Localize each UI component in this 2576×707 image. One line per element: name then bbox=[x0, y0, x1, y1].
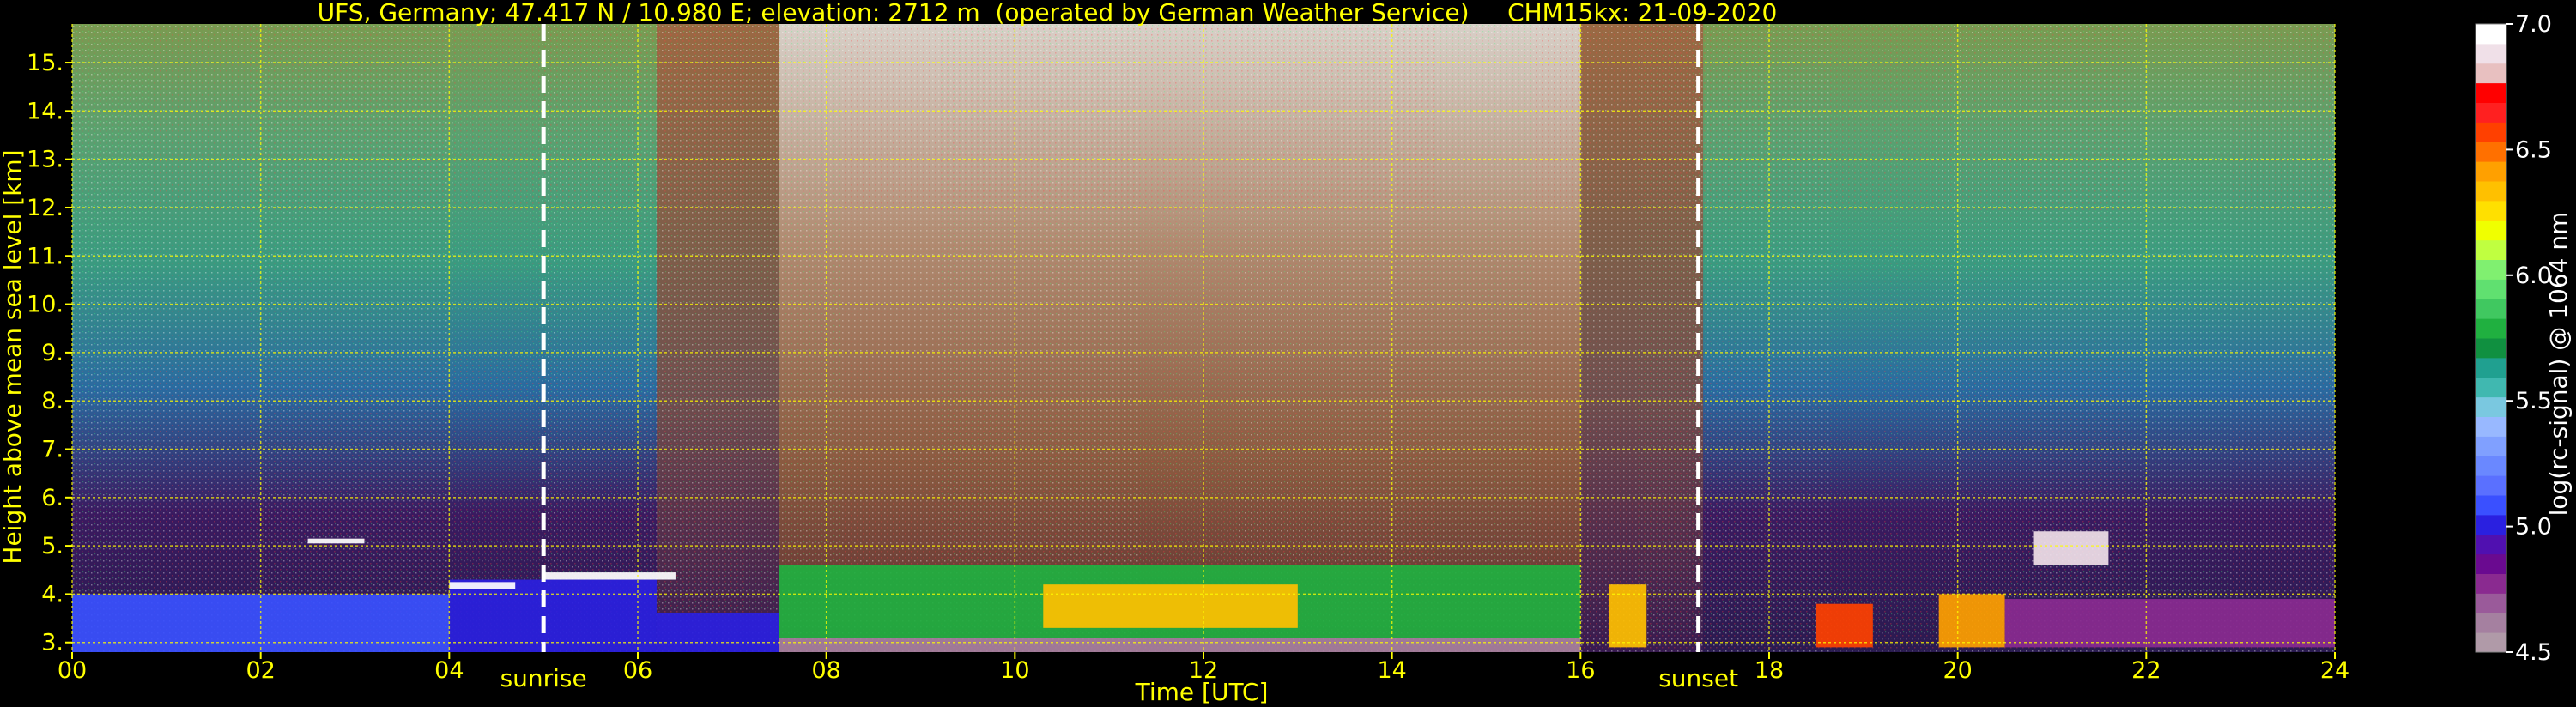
annotation-label: sunset bbox=[1658, 664, 1738, 692]
signal-region-5 bbox=[1043, 584, 1298, 628]
signal-region-9 bbox=[2004, 599, 2335, 648]
colorbar-segment bbox=[2476, 82, 2506, 103]
signal-region-7 bbox=[1815, 603, 1873, 648]
x-tick-label: 22 bbox=[2131, 657, 2161, 684]
x-tick-label: 18 bbox=[1755, 657, 1784, 684]
y-tick-label: 7. bbox=[41, 437, 64, 463]
colorbar-segment bbox=[2476, 632, 2506, 653]
y-tick-label: 12. bbox=[27, 195, 64, 221]
signal-region-13 bbox=[2033, 531, 2109, 565]
x-tick-label: 24 bbox=[2320, 657, 2349, 684]
colorbar-segment bbox=[2476, 613, 2506, 633]
signal-region-12 bbox=[543, 572, 676, 580]
y-tick-label: 11. bbox=[27, 243, 64, 269]
x-tick-label: 04 bbox=[434, 657, 464, 684]
signal-region-3 bbox=[779, 638, 1581, 652]
colorbar-segment bbox=[2476, 220, 2506, 241]
chart-title: UFS, Germany; 47.417 N / 10.980 E; eleva… bbox=[318, 0, 1778, 27]
colorbar-segment bbox=[2476, 142, 2506, 162]
x-tick-label: 20 bbox=[1943, 657, 1972, 684]
colorbar-segment bbox=[2476, 495, 2506, 516]
colorbar-segment bbox=[2476, 63, 2506, 84]
colorbar-tick-label: 6.5 bbox=[2515, 136, 2552, 163]
colorbar-title: log(rc-signal) @ 1064 nm bbox=[2544, 212, 2573, 517]
colorbar-segment bbox=[2476, 593, 2506, 613]
colorbar-segment bbox=[2476, 534, 2506, 555]
y-tick-label: 9. bbox=[41, 340, 64, 366]
colorbar: 4.55.05.56.06.57.0 bbox=[2475, 11, 2552, 666]
colorbar-segment bbox=[2476, 279, 2506, 299]
x-axis-title: Time [UTC] bbox=[1135, 678, 1269, 706]
ceilometer-chart: 3. 4. 5. 6. 7. 8. 9. 10. 11. 12. 13. 14. 15. 00 02 04 0… bbox=[0, 0, 2573, 706]
signal-region-8 bbox=[1938, 594, 2005, 648]
x-tick-label: 14 bbox=[1377, 657, 1406, 684]
colorbar-segment bbox=[2476, 259, 2506, 280]
x-tick-label: 06 bbox=[623, 657, 652, 684]
signal-region-1 bbox=[449, 579, 657, 652]
colorbar-segment bbox=[2476, 514, 2506, 535]
colorbar-segment bbox=[2476, 553, 2506, 574]
x-tick-label: 02 bbox=[245, 657, 275, 684]
colorbar-segment bbox=[2476, 122, 2506, 142]
colorbar-segment bbox=[2476, 475, 2506, 496]
colorbar-segment bbox=[2476, 102, 2506, 123]
colorbar-segment bbox=[2476, 357, 2506, 378]
signal-region-2 bbox=[656, 613, 779, 652]
colorbar-segment bbox=[2476, 573, 2506, 594]
colorbar-segment bbox=[2476, 43, 2506, 64]
y-tick-label: 15. bbox=[27, 50, 64, 76]
y-tick-label: 13. bbox=[27, 147, 64, 173]
x-tick-label: 10 bbox=[1000, 657, 1029, 684]
colorbar-segment bbox=[2476, 396, 2506, 417]
colorbar-segment bbox=[2476, 239, 2506, 260]
colorbar-segment bbox=[2476, 318, 2506, 339]
colorbar-segment bbox=[2476, 299, 2506, 319]
signal-region-10 bbox=[307, 538, 365, 544]
y-tick-label: 14. bbox=[27, 98, 64, 124]
annotation-label: sunrise bbox=[500, 664, 587, 692]
y-axis-ticks: 3. 4. 5. 6. 7. 8. 9. 10. 11. 12. 13. 14. 15. bbox=[27, 50, 72, 656]
colorbar-tick-label: 4.5 bbox=[2515, 639, 2552, 666]
y-tick-label: 3. bbox=[41, 630, 64, 656]
colorbar-segment bbox=[2476, 377, 2506, 398]
colorbar-segment bbox=[2476, 436, 2506, 456]
y-tick-label: 4. bbox=[41, 581, 64, 607]
colorbar-segment bbox=[2476, 24, 2506, 45]
x-tick-label: 08 bbox=[811, 657, 840, 684]
colorbar-segment bbox=[2476, 338, 2506, 359]
y-tick-label: 10. bbox=[27, 292, 64, 318]
y-tick-label: 6. bbox=[41, 485, 64, 511]
x-tick-label: 16 bbox=[1566, 657, 1595, 684]
x-tick-label: 00 bbox=[58, 657, 87, 684]
y-axis-title: Height above mean sea level [km] bbox=[0, 149, 27, 564]
colorbar-segment bbox=[2476, 416, 2506, 437]
y-tick-label: 8. bbox=[41, 388, 64, 414]
colorbar-tick-label: 5.0 bbox=[2515, 514, 2552, 541]
y-tick-label: 5. bbox=[41, 533, 64, 559]
colorbar-segment bbox=[2476, 161, 2506, 182]
signal-region-11 bbox=[449, 582, 516, 589]
colorbar-segment bbox=[2476, 181, 2506, 202]
colorbar-segment bbox=[2476, 456, 2506, 476]
colorbar-tick-label: 7.0 bbox=[2515, 11, 2552, 38]
colorbar-segment bbox=[2476, 200, 2506, 221]
